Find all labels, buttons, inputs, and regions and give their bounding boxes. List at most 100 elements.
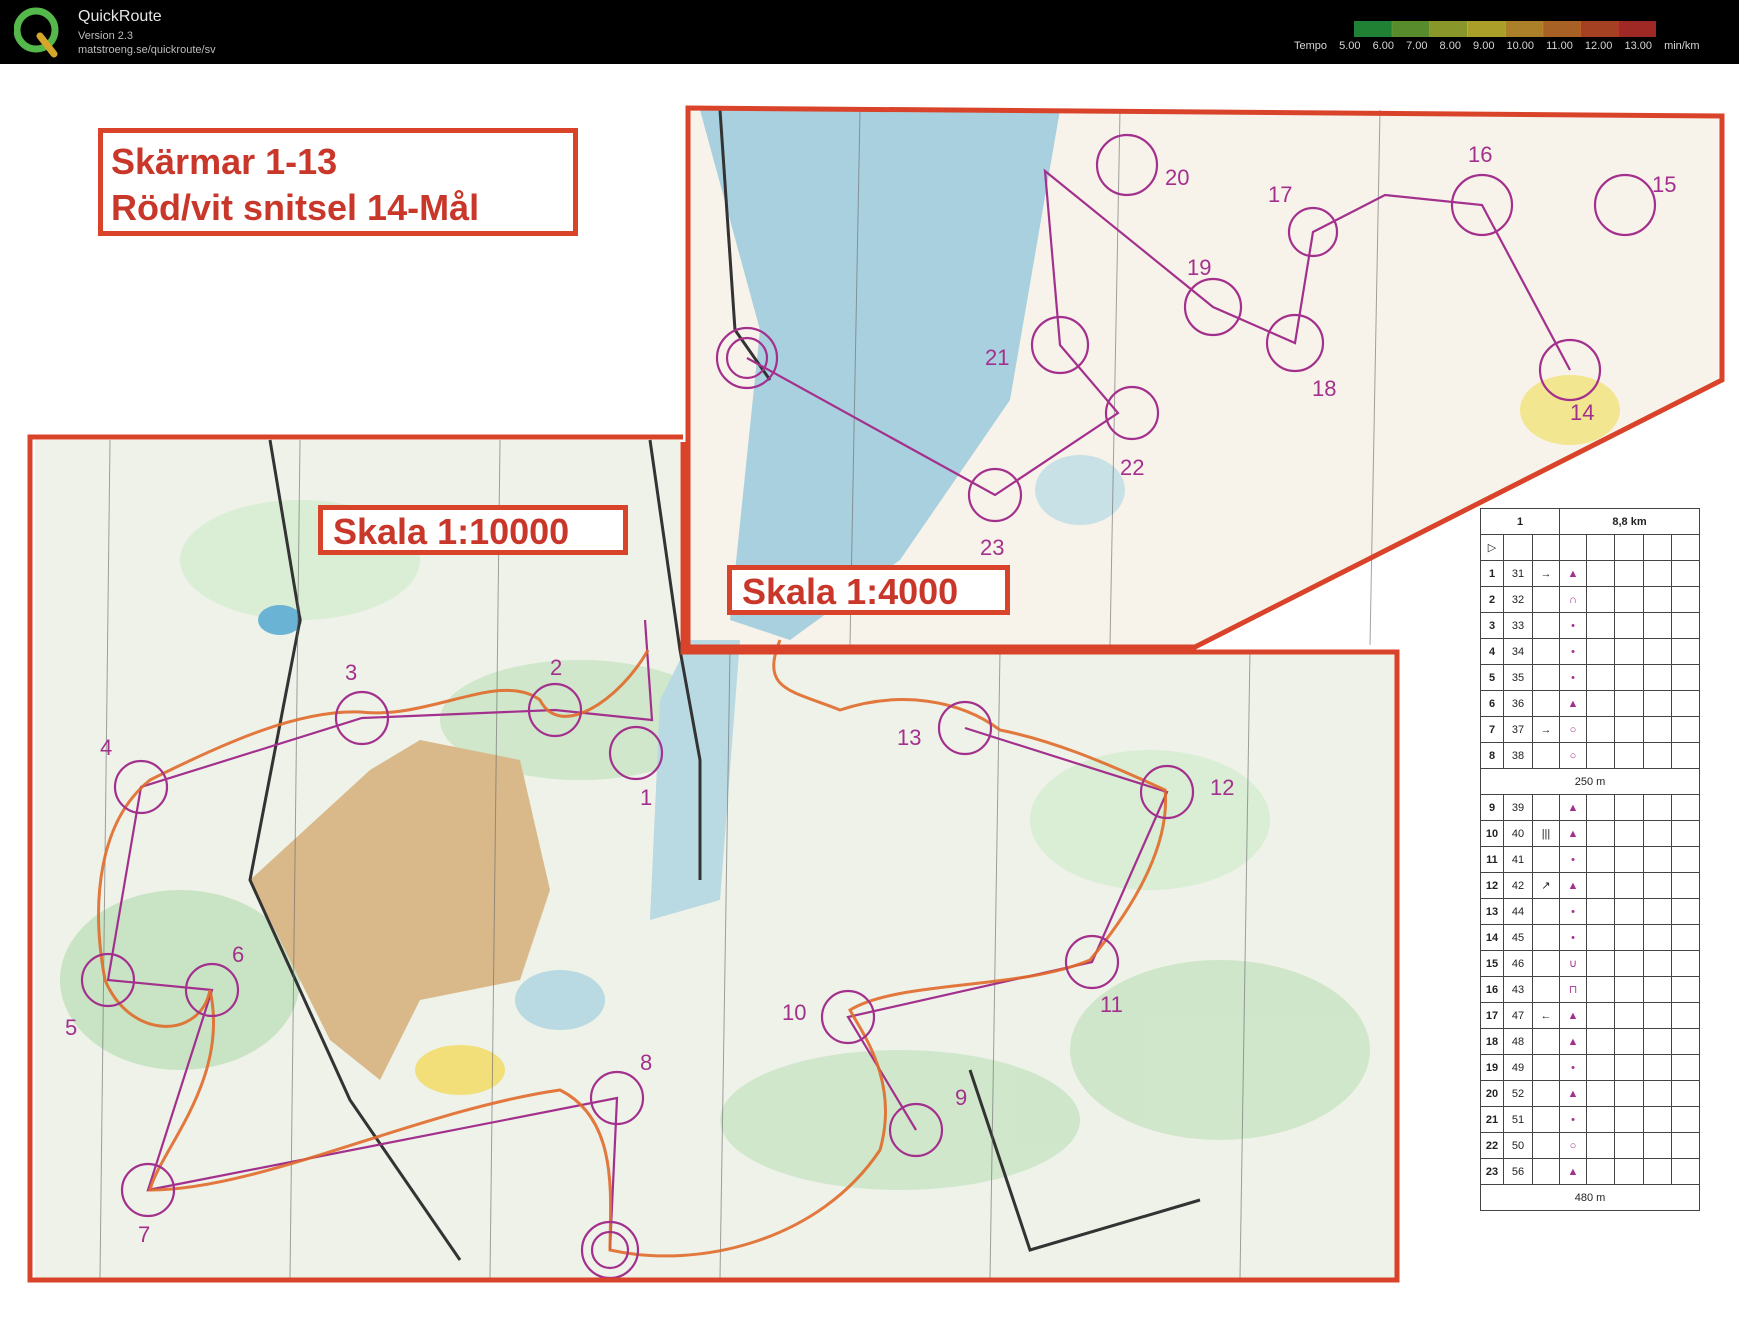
empty-cell bbox=[1585, 924, 1616, 951]
control-which: ||| bbox=[1532, 820, 1560, 847]
control-number: 5 bbox=[65, 1015, 77, 1040]
tape-label-text: Röd/vit snitsel 14-Mål bbox=[111, 187, 480, 228]
empty-cell bbox=[1670, 664, 1701, 691]
empty-cell bbox=[1642, 846, 1672, 873]
empty-cell bbox=[1614, 560, 1644, 587]
control-feature: ▲ bbox=[1559, 1028, 1587, 1055]
desc-leg-row: 480 m bbox=[1480, 1184, 1700, 1211]
control-seq: 18 bbox=[1480, 1028, 1504, 1055]
control-number: 16 bbox=[1468, 142, 1492, 167]
empty-cell bbox=[1614, 1132, 1644, 1159]
control-number: 3 bbox=[345, 660, 357, 685]
orienteering-map[interactable]: 1 2 3 4 5 6 7 8 9 10 11 12 13 14 15 16 1… bbox=[0, 64, 1739, 1322]
desc-row: 23 56 ▲ bbox=[1480, 1158, 1701, 1185]
app-version: Version 2.3 bbox=[78, 30, 134, 42]
empty-cell bbox=[1614, 794, 1644, 821]
app-header: QuickRoute Version 2.3 matstroeng.se/qui… bbox=[0, 0, 1739, 64]
control-seq: 1 bbox=[1480, 560, 1504, 587]
empty-cell bbox=[1614, 872, 1644, 899]
empty-cell bbox=[1670, 1002, 1701, 1029]
control-code: 32 bbox=[1503, 586, 1533, 613]
control-feature: • bbox=[1559, 664, 1587, 691]
tempo-color-swatch bbox=[1391, 21, 1430, 37]
tempo-color-swatch bbox=[1505, 21, 1544, 37]
desc-row: 4 34 • bbox=[1480, 638, 1701, 665]
empty-cell bbox=[1585, 976, 1616, 1003]
empty-cell bbox=[1614, 898, 1644, 925]
empty-cell bbox=[1642, 742, 1672, 769]
empty-cell bbox=[1642, 716, 1672, 743]
control-which bbox=[1532, 586, 1560, 613]
control-seq: 7 bbox=[1480, 716, 1504, 743]
desc-row: 3 33 • bbox=[1480, 612, 1701, 639]
desc-row: 17 47 ← ▲ bbox=[1480, 1002, 1701, 1029]
course-name: 1 bbox=[1480, 508, 1560, 535]
control-code: 46 bbox=[1503, 950, 1533, 977]
empty-cell bbox=[1614, 924, 1644, 951]
legend-tick: 11.00 bbox=[1546, 40, 1573, 52]
control-number: 9 bbox=[955, 1085, 967, 1110]
empty-cell bbox=[1642, 664, 1672, 691]
empty-cell bbox=[1642, 794, 1672, 821]
desc-row: 10 40 ||| ▲ bbox=[1480, 820, 1701, 847]
empty-cell bbox=[1614, 1028, 1644, 1055]
control-feature: • bbox=[1559, 924, 1587, 951]
leg-distance: 250 m bbox=[1480, 768, 1700, 795]
tempo-color-swatch bbox=[1618, 21, 1656, 37]
empty-cell bbox=[1670, 638, 1701, 665]
desc-row: 1 31 → ▲ bbox=[1480, 560, 1701, 587]
course-length: 8,8 km bbox=[1559, 508, 1700, 535]
control-seq: 19 bbox=[1480, 1054, 1504, 1081]
desc-row: 12 42 ↗ ▲ bbox=[1480, 872, 1701, 899]
empty-cell bbox=[1614, 950, 1644, 977]
control-feature: ▲ bbox=[1559, 820, 1587, 847]
empty-cell bbox=[1670, 1054, 1701, 1081]
desc-row: 15 46 ∪ bbox=[1480, 950, 1701, 977]
control-feature: ▲ bbox=[1559, 690, 1587, 717]
control-seq: 3 bbox=[1480, 612, 1504, 639]
empty-cell bbox=[1670, 586, 1701, 613]
control-number: 6 bbox=[232, 942, 244, 967]
control-which bbox=[1532, 976, 1560, 1003]
tempo-color-swatch bbox=[1429, 21, 1468, 37]
scale-main-label: Skala 1:10000 bbox=[318, 505, 628, 555]
control-number: 12 bbox=[1210, 775, 1234, 800]
empty-cell bbox=[1642, 690, 1672, 717]
empty-cell bbox=[1585, 794, 1616, 821]
empty-cell bbox=[1585, 846, 1616, 873]
control-seq: 14 bbox=[1480, 924, 1504, 951]
control-feature: ⊓ bbox=[1559, 976, 1587, 1003]
control-number: 11 bbox=[1100, 992, 1123, 1017]
control-number: 2 bbox=[550, 655, 562, 680]
control-which bbox=[1532, 1158, 1560, 1185]
legend-unit: min/km bbox=[1664, 40, 1700, 52]
control-number: 13 bbox=[897, 725, 921, 750]
desc-row: 2 32 ∩ bbox=[1480, 586, 1701, 613]
screens-label: Skärmar 1-13 Röd/vit snitsel 14-Mål bbox=[98, 128, 578, 236]
desc-row: 20 52 ▲ bbox=[1480, 1080, 1701, 1107]
control-feature: ○ bbox=[1559, 742, 1587, 769]
empty-cell bbox=[1614, 742, 1644, 769]
control-code: 42 bbox=[1503, 872, 1533, 899]
empty-cell bbox=[1585, 820, 1616, 847]
control-feature: ▲ bbox=[1559, 1158, 1587, 1185]
empty-cell bbox=[1642, 1028, 1672, 1055]
empty-cell bbox=[1670, 742, 1701, 769]
tempo-legend: Tempo 5.00 6.00 7.00 8.00 9.00 10.00 11.… bbox=[1294, 40, 1709, 52]
control-which: → bbox=[1532, 716, 1560, 743]
control-code: 33 bbox=[1503, 612, 1533, 639]
empty-cell bbox=[1670, 1106, 1701, 1133]
empty-cell bbox=[1614, 612, 1644, 639]
control-number: 17 bbox=[1268, 182, 1292, 207]
legend-tick: 6.00 bbox=[1372, 40, 1394, 52]
empty-cell bbox=[1670, 1028, 1701, 1055]
legend-tick: 12.00 bbox=[1584, 40, 1613, 52]
control-feature: ○ bbox=[1559, 1132, 1587, 1159]
control-which bbox=[1532, 1080, 1560, 1107]
empty-cell bbox=[1642, 872, 1672, 899]
empty-cell bbox=[1642, 1158, 1672, 1185]
empty-cell bbox=[1585, 612, 1616, 639]
control-which bbox=[1532, 690, 1560, 717]
control-seq: 9 bbox=[1480, 794, 1504, 821]
empty-cell bbox=[1585, 1158, 1616, 1185]
